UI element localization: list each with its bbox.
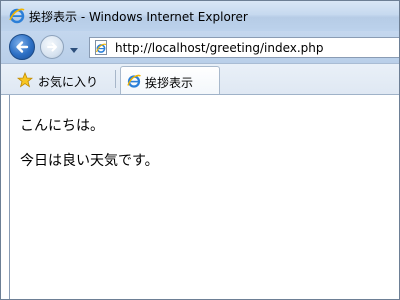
window-title: 挨拶表示 - Windows Internet Explorer (29, 10, 248, 24)
internet-explorer-icon (126, 73, 142, 89)
back-button[interactable] (9, 34, 35, 60)
forward-arrow-icon (47, 42, 57, 52)
toolbar-divider (115, 70, 116, 88)
star-icon (16, 71, 34, 88)
favorites-label: お気に入り (38, 75, 99, 89)
internet-explorer-icon (8, 7, 26, 25)
tab-greeting[interactable]: 挨拶表示 (120, 66, 220, 94)
address-bar[interactable]: http://localhost/greeting/index.php (89, 37, 399, 58)
address-url: http://localhost/greeting/index.php (115, 41, 324, 55)
page-icon (94, 40, 109, 55)
recent-pages-dropdown-icon[interactable] (68, 41, 80, 53)
back-arrow-icon (16, 41, 29, 53)
weather-text: 今日は良い天気です。 (20, 153, 159, 169)
favorites-tab-bar: お気に入り 挨拶表示 (1, 63, 399, 95)
favorites-button[interactable]: お気に入り (9, 68, 113, 90)
tab-label: 挨拶表示 (145, 76, 194, 90)
navigation-bar: http://localhost/greeting/index.php (1, 31, 399, 63)
greeting-text: こんにちは。 (20, 118, 104, 134)
title-bar: 挨拶表示 - Windows Internet Explorer (1, 1, 399, 31)
forward-button[interactable] (40, 35, 64, 59)
browser-window: 挨拶表示 - Windows Internet Explorer http://… (0, 0, 400, 300)
page-content: こんにちは。 今日は良い天気です。 (9, 95, 399, 299)
